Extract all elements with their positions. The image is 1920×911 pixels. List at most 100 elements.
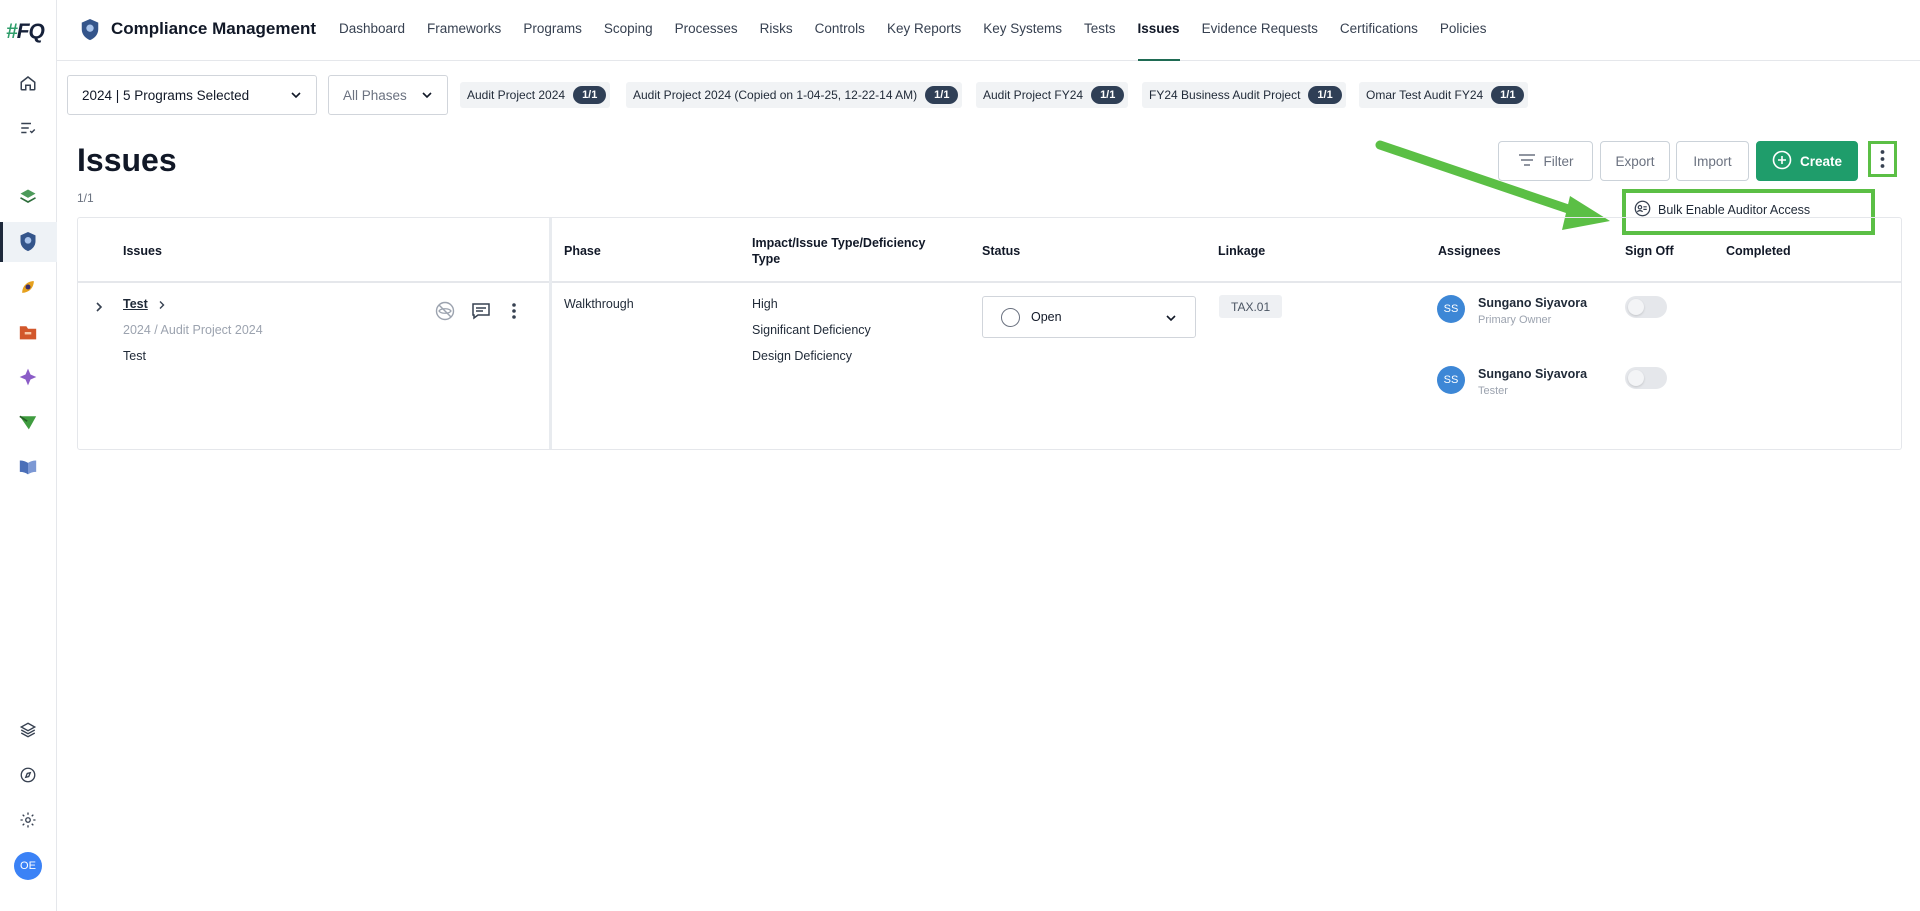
app-title: Compliance Management — [111, 19, 316, 38]
deficiency-type-value: Design Deficiency — [752, 349, 853, 363]
chip-label: Audit Project 2024 (Copied on 1-04-25, 1… — [633, 88, 918, 102]
chip-label: FY24 Business Audit Project — [1149, 88, 1301, 102]
col-linkage[interactable]: Linkage — [1218, 218, 1265, 283]
program-chip[interactable]: FY24 Business Audit Project 1/1 — [1142, 82, 1346, 108]
cube-icon[interactable] — [14, 716, 42, 744]
sparkle-app-icon[interactable] — [14, 363, 42, 391]
tab-processes[interactable]: Processes — [664, 0, 749, 61]
status-select[interactable]: Open — [982, 296, 1196, 338]
assignee-avatar: SS — [1437, 295, 1465, 323]
impact-value: High — [752, 297, 778, 311]
tab-controls[interactable]: Controls — [804, 0, 876, 61]
col-impact-line2: Type — [752, 251, 781, 266]
annotation-arrow — [1375, 140, 1610, 230]
tab-key-reports[interactable]: Key Reports — [876, 0, 972, 61]
assignee-name: Sungano Siyavora — [1478, 367, 1588, 381]
chip-badge: 1/1 — [1491, 86, 1525, 104]
phase-select-value: All Phases — [343, 87, 407, 103]
chip-badge: 1/1 — [573, 86, 607, 104]
status-circle-icon — [1001, 307, 1020, 327]
chip-label: Omar Test Audit FY24 — [1366, 88, 1484, 102]
program-select-value: 2024 | 5 Programs Selected — [82, 87, 250, 103]
signoff-toggle[interactable] — [1625, 367, 1667, 389]
result-count: 1/1 — [77, 191, 94, 205]
top-nav: Compliance Management Dashboard Framewor… — [57, 0, 1920, 61]
chip-badge: 1/1 — [925, 86, 959, 104]
program-chip[interactable]: Audit Project FY24 1/1 — [976, 82, 1129, 108]
chip-badge: 1/1 — [1091, 86, 1125, 104]
chevron-down-icon — [290, 89, 302, 104]
tab-dashboard[interactable]: Dashboard — [328, 0, 416, 61]
table-header: Issues Phase Impact/Issue Type/Deficienc… — [78, 218, 1901, 283]
task-list-icon[interactable] — [14, 114, 42, 142]
chip-label: Audit Project FY24 — [983, 88, 1084, 102]
col-assignees[interactable]: Assignees — [1438, 218, 1501, 283]
program-chip[interactable]: Omar Test Audit FY24 1/1 — [1359, 82, 1529, 108]
row-kebab-icon[interactable] — [507, 300, 521, 322]
program-chip[interactable]: Audit Project 2024 1/1 — [460, 82, 611, 108]
phase-select[interactable]: All Phases — [328, 75, 448, 115]
layers-app-icon[interactable] — [14, 183, 42, 211]
expand-chevron-icon[interactable] — [92, 300, 106, 314]
create-button[interactable]: Create — [1756, 141, 1858, 181]
bulk-enable-label: Bulk Enable Auditor Access — [1658, 203, 1811, 217]
folder-app-icon[interactable] — [14, 318, 42, 346]
issue-type-value: Significant Deficiency — [752, 323, 871, 337]
tab-certifications[interactable]: Certifications — [1329, 0, 1429, 61]
program-select[interactable]: 2024 | 5 Programs Selected — [67, 75, 317, 115]
tab-key-systems[interactable]: Key Systems — [972, 0, 1073, 61]
column-divider — [549, 218, 552, 449]
col-impact-line1: Impact/Issue Type/Deficiency — [752, 235, 926, 250]
tab-programs[interactable]: Programs — [512, 0, 593, 61]
app-logo[interactable]: #FQ — [6, 20, 45, 44]
col-impact[interactable]: Impact/Issue Type/Deficiency Type — [752, 218, 925, 283]
tab-scoping[interactable]: Scoping — [593, 0, 664, 61]
page-title: Issues — [77, 142, 177, 178]
col-completed[interactable]: Completed — [1726, 218, 1791, 283]
tab-evidence-requests[interactable]: Evidence Requests — [1191, 0, 1329, 61]
gear-icon[interactable] — [14, 806, 42, 834]
filter-lines-icon — [1518, 153, 1536, 170]
issue-path: 2024 / Audit Project 2024 — [123, 323, 263, 337]
home-icon[interactable] — [14, 69, 42, 97]
more-actions-button[interactable] — [1868, 141, 1897, 177]
col-status[interactable]: Status — [982, 218, 1020, 283]
tab-issues[interactable]: Issues — [1127, 0, 1191, 61]
issue-description: Test — [123, 349, 146, 363]
phase-value: Walkthrough — [564, 297, 634, 311]
tab-risks[interactable]: Risks — [749, 0, 804, 61]
signoff-toggle[interactable] — [1625, 296, 1667, 318]
issue-name-link[interactable]: Test — [123, 297, 148, 311]
chip-label: Audit Project 2024 — [467, 88, 566, 102]
compliance-shield-icon — [79, 18, 103, 42]
issues-table: Issues Phase Impact/Issue Type/Deficienc… — [77, 217, 1902, 450]
chevron-down-icon — [421, 89, 433, 104]
chip-badge: 1/1 — [1308, 86, 1342, 104]
filter-label: Filter — [1543, 153, 1574, 169]
assignee-name: Sungano Siyavora — [1478, 296, 1588, 310]
tab-frameworks[interactable]: Frameworks — [416, 0, 512, 61]
book-app-icon[interactable] — [14, 453, 42, 481]
user-avatar[interactable]: OE — [14, 852, 42, 880]
linkage-tag[interactable]: TAX.01 — [1219, 295, 1283, 318]
eye-off-icon[interactable] — [434, 300, 456, 322]
assignee-avatar: SS — [1437, 366, 1465, 394]
risk-app-icon[interactable] — [14, 273, 42, 301]
compass-icon[interactable] — [14, 761, 42, 789]
chevron-right-icon[interactable] — [157, 299, 167, 311]
tab-policies[interactable]: Policies — [1429, 0, 1498, 61]
export-button[interactable]: Export — [1600, 141, 1670, 181]
program-chip[interactable]: Audit Project 2024 (Copied on 1-04-25, 1… — [626, 82, 963, 108]
chevron-down-icon — [1165, 312, 1177, 327]
filter-button[interactable]: Filter — [1498, 141, 1593, 181]
tab-tests[interactable]: Tests — [1073, 0, 1127, 61]
import-button[interactable]: Import — [1676, 141, 1749, 181]
col-issues[interactable]: Issues — [123, 218, 162, 283]
comment-icon[interactable] — [470, 300, 492, 322]
compliance-app-icon[interactable] — [14, 228, 42, 256]
left-rail: #FQ OE — [0, 0, 57, 911]
kebab-icon — [1880, 150, 1885, 168]
col-phase[interactable]: Phase — [564, 218, 601, 283]
send-app-icon[interactable] — [14, 408, 42, 436]
col-signoff[interactable]: Sign Off — [1625, 218, 1674, 283]
